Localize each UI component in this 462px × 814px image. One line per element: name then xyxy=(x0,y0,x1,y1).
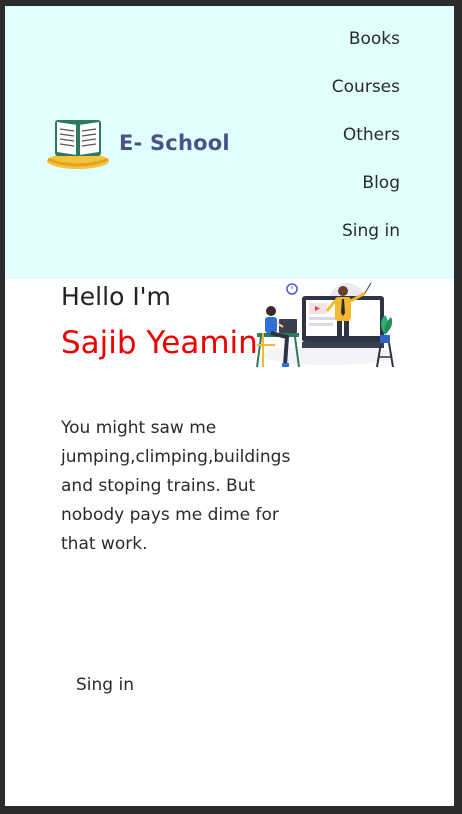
hero-name: Sajib Yeamin xyxy=(61,325,258,361)
book-logo-icon xyxy=(47,120,109,169)
nav-link-blog[interactable]: Blog xyxy=(362,172,400,194)
hero-bio: You might saw me jumping,climping,buildi… xyxy=(61,418,291,554)
nav-link-courses[interactable]: Courses xyxy=(332,76,400,98)
nav-link-books[interactable]: Books xyxy=(349,28,400,50)
nav-item-blog: Blog xyxy=(332,172,400,220)
nav-link-signin[interactable]: Sing in xyxy=(342,220,400,242)
nav-item-books: Books xyxy=(332,28,400,76)
nav-item-courses: Courses xyxy=(332,76,400,124)
signin-button[interactable]: Sing in xyxy=(76,675,134,695)
nav-item-signin: Sing in xyxy=(332,220,400,260)
site-header: E- School Books Courses Others Blog Sing… xyxy=(5,6,454,279)
online-class-illustration xyxy=(256,282,395,368)
nav-item-others: Others xyxy=(332,124,400,172)
page-viewport: E- School Books Courses Others Blog Sing… xyxy=(5,6,454,806)
brand[interactable]: E- School xyxy=(45,114,230,172)
nav-link-others[interactable]: Others xyxy=(343,124,400,146)
main-nav: Books Courses Others Blog Sing in xyxy=(332,28,400,260)
hero-greeting: Hello I'm xyxy=(61,282,171,311)
brand-name: E- School xyxy=(119,131,230,155)
